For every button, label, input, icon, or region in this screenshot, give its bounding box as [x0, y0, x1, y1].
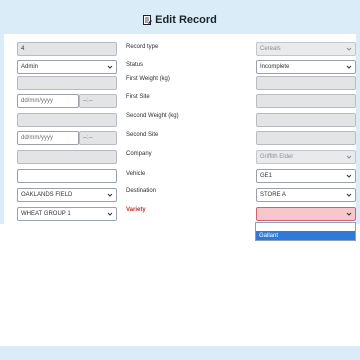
first-site-right-input[interactable]: [256, 94, 356, 108]
variety-dropdown-list: Gallant: [255, 222, 356, 241]
chevron-down-icon: [346, 212, 352, 216]
first-weight-label: First Weight (kg): [126, 76, 170, 82]
variety-select[interactable]: [256, 207, 356, 221]
user-role-select[interactable]: Admin: [17, 60, 117, 74]
chevron-down-icon: [107, 212, 113, 216]
field-value: OAKLANDS FIELD: [21, 192, 73, 198]
record-type-label: Record type: [126, 44, 159, 50]
group-value: WHEAT GROUP 1: [21, 211, 71, 217]
footer-bar: [0, 346, 360, 360]
first-site-time-input[interactable]: --:--: [79, 94, 117, 108]
status-label: Status: [126, 62, 144, 68]
chevron-down-icon: [346, 193, 352, 197]
first-weight-right-input[interactable]: [256, 76, 356, 90]
record-id-field: 4: [17, 42, 117, 56]
second-site-time-placeholder: --:--: [83, 135, 93, 141]
second-site-time-input[interactable]: --:--: [79, 131, 117, 145]
group-select[interactable]: WHEAT GROUP 1: [17, 207, 117, 221]
company-label: Company: [126, 151, 152, 157]
second-site-label: Second Site: [126, 132, 159, 138]
vehicle-label: Vehicle: [126, 171, 146, 177]
first-weight-input[interactable]: [17, 76, 117, 90]
first-site-date-placeholder: dd/mm/yyyy: [21, 98, 54, 104]
second-site-right-input[interactable]: [256, 131, 356, 145]
variety-option-gallant[interactable]: Gallant: [256, 231, 355, 240]
status-value: Incomplete: [260, 64, 290, 70]
second-weight-right-input[interactable]: [256, 113, 356, 127]
chevron-down-icon: [346, 65, 352, 69]
destination-select[interactable]: STORE A: [256, 188, 356, 202]
edit-document-icon: [143, 15, 153, 25]
page-header: Edit Record: [0, 9, 360, 31]
second-site-date-placeholder: dd/mm/yyyy: [21, 135, 54, 141]
company-value: Griffith Elder: [260, 154, 294, 160]
chevron-down-icon: [346, 155, 352, 159]
destination-value: STORE A: [260, 192, 286, 198]
company-select[interactable]: Griffith Elder: [256, 150, 356, 164]
record-id-value: 4: [21, 46, 25, 52]
vehicle-select[interactable]: GE1: [256, 169, 356, 183]
chevron-down-icon: [107, 193, 113, 197]
vehicle-value: GE1: [260, 173, 273, 179]
variety-option-empty[interactable]: [256, 223, 355, 231]
chevron-down-icon: [107, 65, 113, 69]
first-site-date-input[interactable]: dd/mm/yyyy: [17, 94, 79, 108]
user-role-value: Admin: [21, 64, 39, 70]
record-type-value: Cereals: [260, 46, 281, 52]
first-site-time-placeholder: --:--: [83, 98, 93, 104]
second-weight-label: Second Weight (kg): [126, 113, 179, 119]
vehicle-text-input[interactable]: [17, 169, 117, 183]
chevron-down-icon: [346, 174, 352, 178]
field-select[interactable]: OAKLANDS FIELD: [17, 188, 117, 202]
destination-label: Destination: [126, 188, 157, 194]
second-weight-input[interactable]: [17, 113, 117, 127]
page-title: Edit Record: [155, 14, 217, 26]
form-bottom-area: [0, 224, 360, 346]
chevron-down-icon: [346, 47, 352, 51]
status-select[interactable]: Incomplete: [256, 60, 356, 74]
record-type-select[interactable]: Cereals: [256, 42, 356, 56]
second-site-date-input[interactable]: dd/mm/yyyy: [17, 131, 79, 145]
first-site-label: First Site: [126, 94, 150, 100]
variety-label: Variety: [126, 207, 146, 213]
company-code-input[interactable]: [17, 150, 117, 164]
